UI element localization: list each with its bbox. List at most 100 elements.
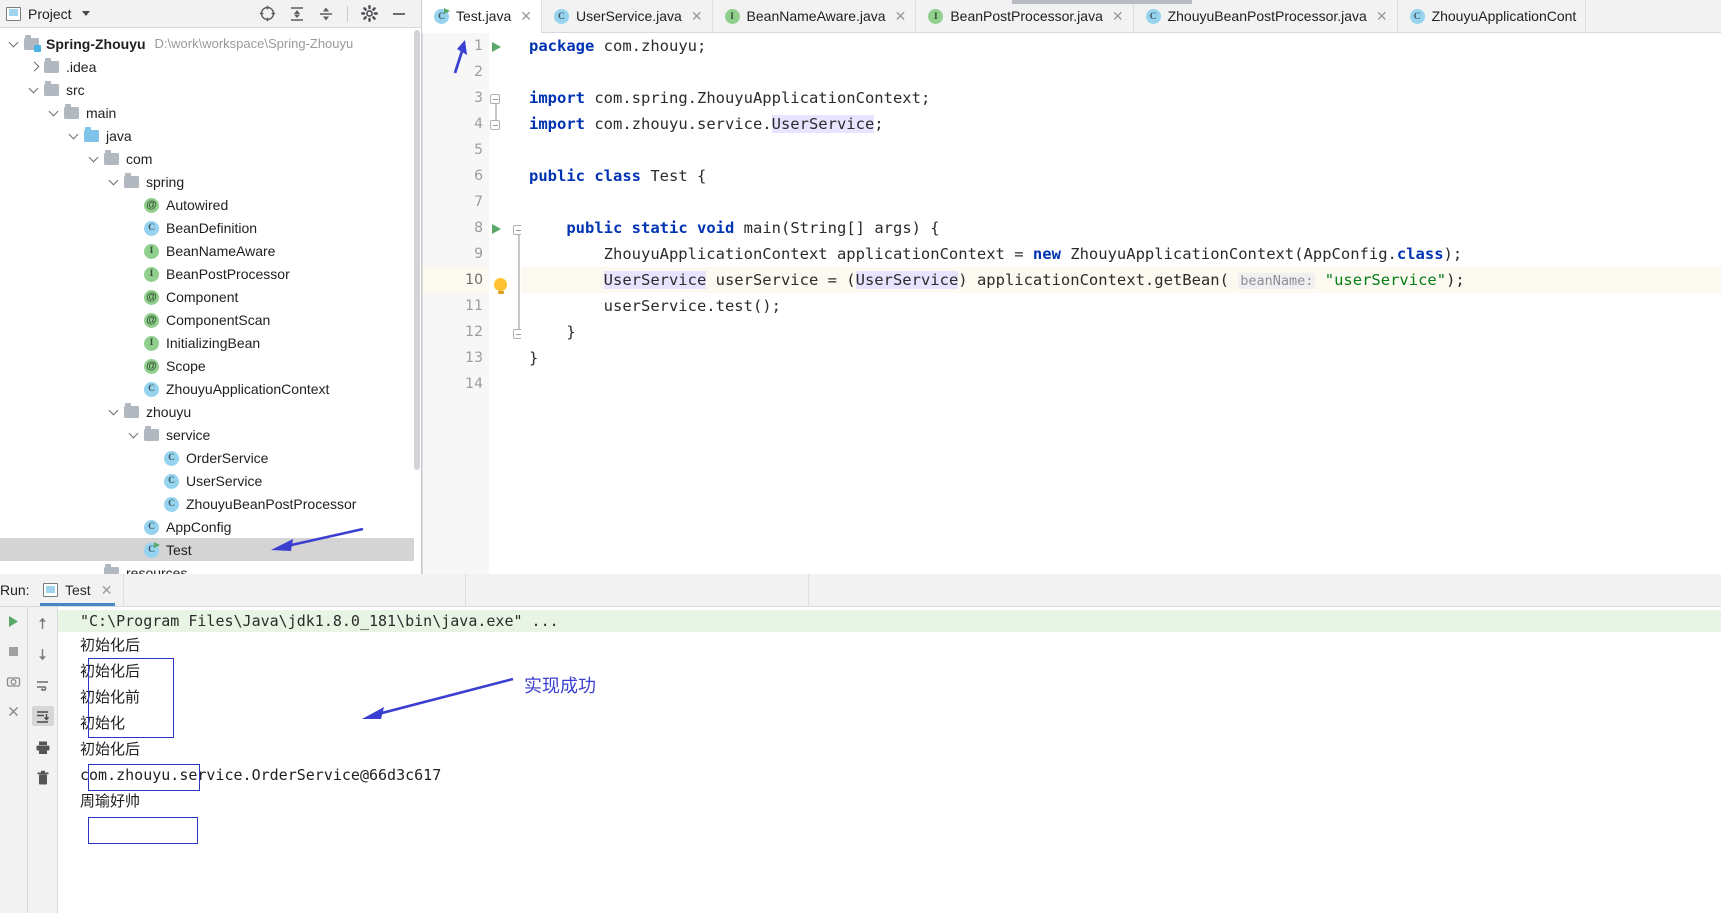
code-line[interactable]: import com.zhouyu.service.UserService; (521, 111, 1721, 137)
annotation-icon: @ (143, 312, 161, 328)
console-output[interactable]: "C:\Program Files\Java\jdk1.8.0_181\bin\… (58, 607, 1721, 913)
tree-row[interactable]: C Test (0, 538, 414, 561)
close-icon[interactable]: ✕ (1376, 8, 1388, 25)
twisty-collapsed-icon[interactable] (26, 62, 43, 71)
tree-row[interactable]: resources (0, 561, 414, 574)
chevron-down-icon[interactable] (81, 11, 90, 16)
scroll-to-end-icon[interactable] (31, 706, 54, 726)
tree-row[interactable]: zhouyu (0, 400, 414, 423)
twisty-expanded-icon[interactable] (106, 407, 123, 416)
editor-tab[interactable]: C UserService.java ✕ (542, 0, 713, 32)
project-tree-scrollbar[interactable] (414, 30, 420, 470)
twisty-expanded-icon[interactable] (6, 39, 23, 48)
down-arrow-icon[interactable] (32, 644, 54, 664)
tree-row[interactable]: @ Scope (0, 354, 414, 377)
close-icon[interactable]: ✕ (101, 582, 113, 599)
editor-tab[interactable]: C ZhouyuBeanPostProcessor.java ✕ (1134, 0, 1398, 32)
tree-row[interactable]: Spring-Zhouyu D:\work\workspace\Spring-Zh… (0, 32, 414, 55)
rerun-icon[interactable] (3, 611, 25, 631)
editor-horizontal-scrollbar[interactable] (1012, 0, 1192, 4)
close-icon[interactable]: ✕ (895, 8, 907, 25)
trash-icon[interactable] (32, 768, 54, 788)
code-line[interactable] (521, 189, 1721, 215)
close-run-icon[interactable] (3, 701, 25, 721)
tree-row-label: BeanNameAware (166, 242, 276, 259)
code-lines[interactable]: package com.zhouyu; import com.spring.Zh… (521, 33, 1721, 574)
console-lines: 初始化后 初始化后 初始化前 初始化 初始化后 com.zhouyu.service.Or… (58, 632, 1721, 814)
code-line[interactable]: userService.test(); (521, 293, 1721, 319)
run-tab-test[interactable]: Test ✕ (32, 574, 124, 606)
code-line[interactable]: import com.spring.ZhouyuApplicationConte… (521, 85, 1721, 111)
folder-icon (143, 425, 161, 443)
editor-tab[interactable]: C ZhouyuApplicationCont (1398, 0, 1587, 32)
code-line[interactable]: package com.zhouyu; (521, 33, 1721, 59)
editor-tab[interactable]: I BeanPostProcessor.java ✕ (916, 0, 1134, 32)
code-line[interactable]: UserService userService = (UserService) … (521, 267, 1721, 293)
run-window-body: "C:\Program Files\Java\jdk1.8.0_181\bin\… (0, 607, 1721, 913)
tree-row-label: .idea (66, 58, 97, 75)
tree-row[interactable]: java (0, 124, 414, 147)
code-line[interactable] (521, 137, 1721, 163)
code-line[interactable]: public static void main(String[] args) { (521, 215, 1721, 241)
class-icon: C (1145, 8, 1162, 24)
tree-row-label: zhouyu (146, 403, 192, 420)
tree-row[interactable]: @ Autowired (0, 193, 414, 216)
locate-icon[interactable] (259, 5, 276, 22)
code-line[interactable] (521, 59, 1721, 85)
twisty-expanded-icon[interactable] (126, 430, 143, 439)
project-tree[interactable]: Spring-Zhouyu D:\work\workspace\Spring-Zh… (0, 28, 414, 574)
code-line[interactable]: ZhouyuApplicationContext applicationCont… (521, 241, 1721, 267)
close-icon[interactable]: ✕ (691, 8, 703, 25)
code-line[interactable]: public class Test { (521, 163, 1721, 189)
tree-row[interactable]: service (0, 423, 414, 446)
run-method-marker-icon[interactable] (492, 224, 510, 242)
tree-row[interactable]: C UserService (0, 469, 414, 492)
tree-row[interactable]: C OrderService (0, 446, 414, 469)
up-arrow-icon[interactable] (32, 613, 54, 633)
code-editor[interactable]: 1 2 3 4 5 6 7 8 9 10 11 12 13 14 package com.zhouyu; … (422, 33, 1721, 574)
tree-row[interactable]: src (0, 78, 414, 101)
twisty-expanded-icon[interactable] (66, 131, 83, 140)
editor-tab[interactable]: C Test.java ✕ (422, 0, 542, 33)
code-line[interactable]: } (521, 345, 1721, 371)
tree-row[interactable]: C ZhouyuApplicationContext (0, 377, 414, 400)
tree-row[interactable]: @ Component (0, 285, 414, 308)
tree-row[interactable]: C AppConfig (0, 515, 414, 538)
tree-row[interactable]: com (0, 147, 414, 170)
intention-bulb-icon[interactable] (494, 278, 512, 296)
twisty-expanded-icon[interactable] (106, 177, 123, 186)
fold-marker-import-end-icon[interactable] (490, 120, 508, 138)
close-icon[interactable]: ✕ (520, 8, 532, 25)
run-tool-window: Run: Test ✕ "C:\Program Files\Java\jdk1.… (0, 574, 1721, 913)
print-icon[interactable] (32, 737, 54, 757)
tree-row[interactable]: I BeanPostProcessor (0, 262, 414, 285)
tree-row[interactable]: I BeanNameAware (0, 239, 414, 262)
editor-gutter[interactable]: 1 2 3 4 5 6 7 8 9 10 11 12 13 14 (422, 33, 489, 574)
tree-row[interactable]: I InitializingBean (0, 331, 414, 354)
code-line[interactable]: } (521, 319, 1721, 345)
tree-row[interactable]: main (0, 101, 414, 124)
fold-marker-import-icon[interactable] (490, 94, 508, 112)
twisty-expanded-icon[interactable] (86, 154, 103, 163)
editor-tab[interactable]: I BeanNameAware.java ✕ (713, 0, 917, 32)
expand-all-icon[interactable] (289, 6, 305, 22)
hide-icon[interactable] (391, 6, 407, 22)
twisty-expanded-icon[interactable] (26, 85, 43, 94)
stop-icon[interactable] (3, 641, 25, 661)
gear-icon[interactable] (361, 5, 378, 22)
tree-row[interactable]: C BeanDefinition (0, 216, 414, 239)
project-panel-title[interactable]: Project (6, 6, 90, 22)
tree-row[interactable]: @ ComponentScan (0, 308, 414, 331)
code-line[interactable] (521, 371, 1721, 397)
tree-row[interactable]: .idea (0, 55, 414, 78)
close-icon[interactable]: ✕ (1112, 8, 1124, 25)
run-class-marker-icon[interactable] (492, 42, 510, 60)
tree-row[interactable]: spring (0, 170, 414, 193)
camera-icon[interactable] (3, 671, 25, 691)
tree-row-label: Scope (166, 357, 206, 374)
tree-row-label: Component (166, 288, 239, 305)
collapse-all-icon[interactable] (318, 6, 334, 22)
twisty-expanded-icon[interactable] (46, 108, 63, 117)
tree-row[interactable]: C ZhouyuBeanPostProcessor (0, 492, 414, 515)
soft-wrap-icon[interactable] (32, 675, 54, 695)
